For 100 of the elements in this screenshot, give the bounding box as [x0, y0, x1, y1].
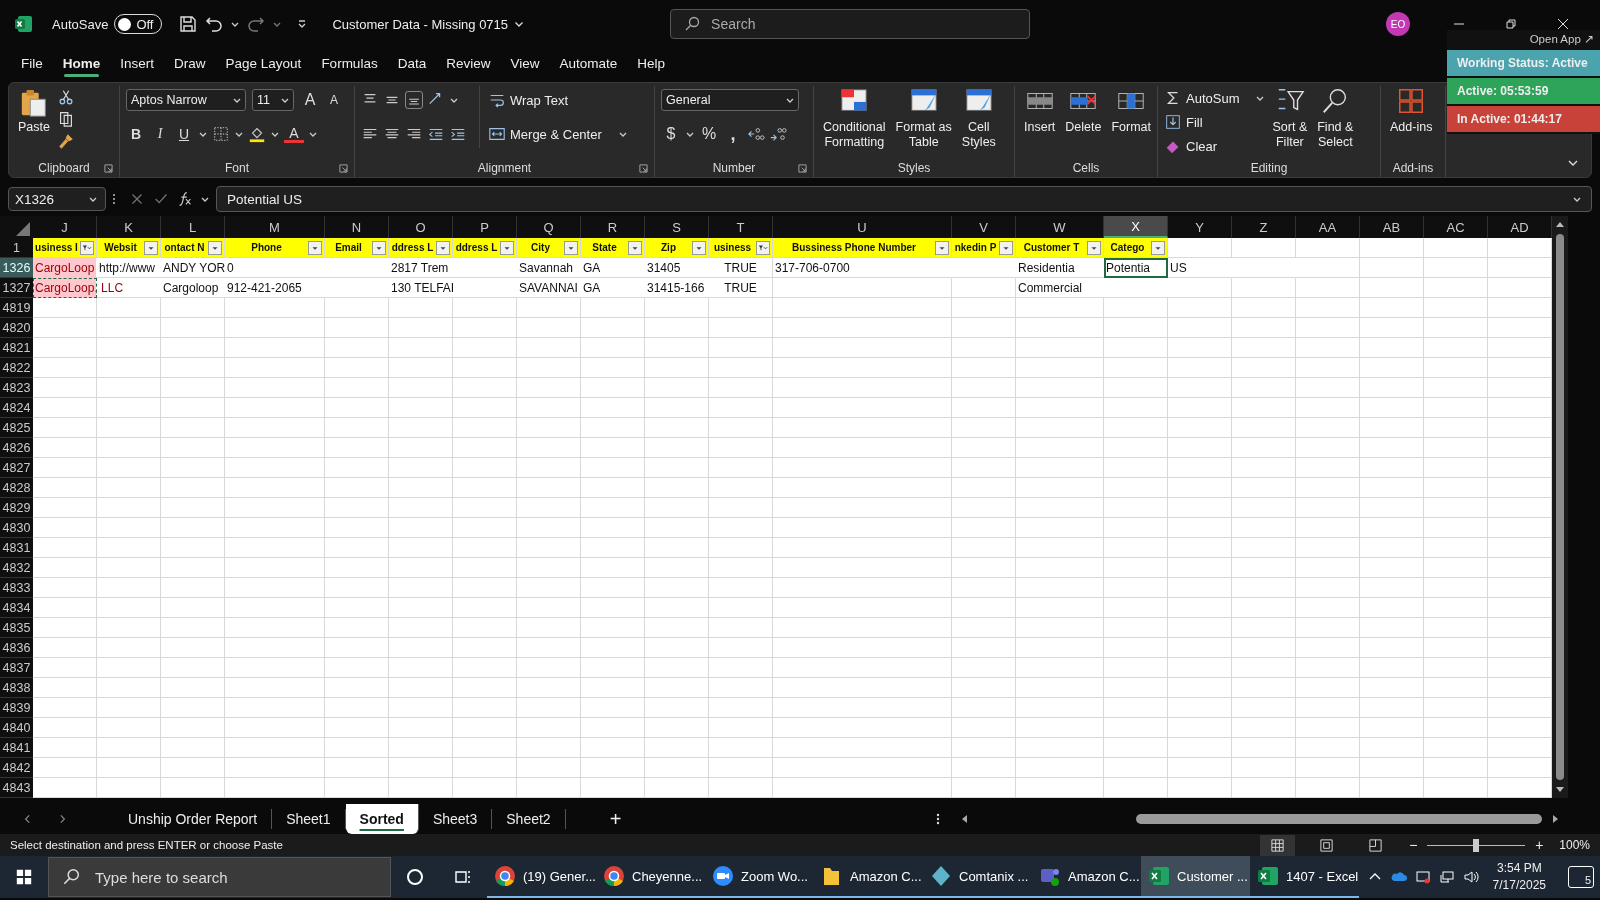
- row-header[interactable]: 4823: [0, 378, 33, 398]
- filter-button[interactable]: [756, 240, 770, 255]
- dialog-launcher-icon[interactable]: [798, 163, 807, 173]
- menu-tab[interactable]: Data: [388, 51, 436, 75]
- taskbar-app[interactable]: Cheyenne...: [596, 856, 705, 898]
- cells-button[interactable]: Format: [1108, 118, 1154, 137]
- column-header[interactable]: X: [1104, 216, 1168, 238]
- speaker-icon[interactable]: [1462, 869, 1479, 885]
- borders-icon[interactable]: [212, 125, 230, 143]
- taskbar-app[interactable]: Customer ...: [1141, 856, 1250, 898]
- row-header[interactable]: 4820: [0, 318, 33, 338]
- open-app-link[interactable]: Open App ↗: [1523, 30, 1600, 50]
- redo-icon[interactable]: [246, 14, 267, 34]
- more-options-icon[interactable]: [936, 812, 940, 826]
- scroll-right-icon[interactable]: [1550, 814, 1560, 824]
- decrease-font-size-button[interactable]: A: [324, 93, 344, 107]
- zoom-out-button[interactable]: −: [1407, 837, 1420, 853]
- network-icon[interactable]: [1438, 869, 1455, 885]
- sheet-tab[interactable]: Sorted: [345, 804, 419, 834]
- add-sheet-button[interactable]: +: [605, 807, 626, 831]
- filter-button[interactable]: [999, 240, 1013, 255]
- row-header[interactable]: 4824: [0, 398, 33, 418]
- sort-filter-button[interactable]: Sort & Filter: [1269, 118, 1311, 152]
- row-header[interactable]: 4843: [0, 778, 33, 798]
- row-header[interactable]: 4841: [0, 738, 33, 758]
- row-header[interactable]: 4825: [0, 418, 33, 438]
- filter-button[interactable]: [692, 240, 706, 255]
- sheet-tab[interactable]: Sheet3: [418, 809, 493, 829]
- menu-tab[interactable]: File: [12, 51, 52, 75]
- row-header[interactable]: 4836: [0, 638, 33, 658]
- row-header[interactable]: 4821: [0, 338, 33, 358]
- more-options-icon[interactable]: [112, 192, 116, 206]
- row-header[interactable]: 4827: [0, 458, 33, 478]
- row-header[interactable]: 4831: [0, 538, 33, 558]
- row-header[interactable]: 4826: [0, 438, 33, 458]
- italic-button[interactable]: I: [150, 126, 170, 142]
- menu-tab[interactable]: Help: [628, 51, 675, 75]
- scrollbar-thumb[interactable]: [1556, 234, 1564, 780]
- normal-view-icon[interactable]: [1260, 834, 1296, 856]
- increase-decimal-icon[interactable]: [747, 125, 765, 143]
- fill-down-icon[interactable]: [1164, 113, 1182, 131]
- close-icon[interactable]: [1556, 17, 1570, 31]
- underline-button[interactable]: U: [174, 126, 194, 142]
- row-header[interactable]: 1326: [0, 258, 33, 278]
- menu-tab[interactable]: Page Layout: [216, 51, 311, 75]
- document-title[interactable]: Customer Data - Missing 0715: [332, 16, 509, 32]
- sheet-tab[interactable]: Unship Order Report: [114, 809, 273, 829]
- chevron-down-icon[interactable]: [514, 19, 525, 29]
- taskbar-search-field[interactable]: Type here to search: [48, 857, 391, 897]
- row-header[interactable]: 4840: [0, 718, 33, 738]
- filter-button[interactable]: [80, 240, 94, 255]
- dialog-launcher-icon[interactable]: [104, 163, 113, 173]
- filter-button[interactable]: [372, 240, 386, 255]
- taskbar-app[interactable]: (19) Gener...: [487, 856, 596, 898]
- percent-button[interactable]: %: [699, 125, 719, 143]
- row-header[interactable]: 1: [0, 238, 33, 258]
- menu-tab[interactable]: Draw: [165, 51, 215, 75]
- taskbar-app[interactable]: Zoom Wo...: [705, 856, 814, 898]
- row-header[interactable]: 4835: [0, 618, 33, 638]
- bold-button[interactable]: B: [126, 126, 146, 142]
- menu-tab[interactable]: View: [501, 51, 549, 75]
- row-header[interactable]: 4834: [0, 598, 33, 618]
- scroll-down-icon[interactable]: [1555, 784, 1565, 794]
- zoom-slider-thumb[interactable]: [1473, 838, 1480, 852]
- menu-tab[interactable]: Formulas: [312, 51, 387, 75]
- zoom-level[interactable]: 100%: [1559, 838, 1590, 852]
- menu-tab[interactable]: Insert: [111, 51, 164, 75]
- font-size-dropdown[interactable]: 11: [252, 89, 294, 111]
- taskbar-app[interactable]: Amazon C...: [814, 856, 923, 898]
- row-header[interactable]: 4829: [0, 498, 33, 518]
- filter-button[interactable]: [564, 240, 578, 255]
- scrollbar-thumb[interactable]: [1135, 814, 1542, 824]
- cells-button[interactable]: Delete: [1062, 118, 1105, 137]
- add-ins-button[interactable]: Add-ins: [1387, 118, 1436, 137]
- merge-center-button[interactable]: Merge & Center: [510, 126, 602, 142]
- monitor-icon[interactable]: [1414, 869, 1431, 885]
- filter-button[interactable]: [935, 240, 949, 255]
- find-select-button[interactable]: Find & Select: [1314, 118, 1357, 152]
- fill-color-icon[interactable]: [248, 125, 266, 143]
- autosum-button[interactable]: AutoSum: [1186, 90, 1240, 106]
- filter-button[interactable]: [436, 240, 450, 255]
- zoom-in-button[interactable]: +: [1533, 837, 1546, 853]
- row-header[interactable]: 4839: [0, 698, 33, 718]
- dialog-launcher-icon[interactable]: [339, 163, 348, 173]
- increase-font-size-button[interactable]: A: [300, 91, 320, 109]
- row-header[interactable]: 4842: [0, 758, 33, 778]
- cells-button[interactable]: Insert: [1021, 118, 1059, 137]
- comma-style-button[interactable]: ,: [723, 123, 743, 145]
- formula-field[interactable]: Potential US: [216, 186, 1592, 212]
- row-header[interactable]: 4838: [0, 678, 33, 698]
- filter-button[interactable]: [1151, 240, 1165, 255]
- row-header[interactable]: 1327: [0, 278, 33, 298]
- menu-tab[interactable]: Automate: [550, 51, 627, 75]
- clear-button[interactable]: Clear: [1186, 138, 1218, 154]
- scroll-left-icon[interactable]: [960, 814, 970, 824]
- sheet-tab[interactable]: Sheet2: [492, 809, 566, 829]
- menu-tab[interactable]: Review: [437, 51, 500, 75]
- name-box[interactable]: X1326: [8, 187, 106, 211]
- filter-button[interactable]: [628, 240, 642, 255]
- row-header[interactable]: 4819: [0, 298, 33, 318]
